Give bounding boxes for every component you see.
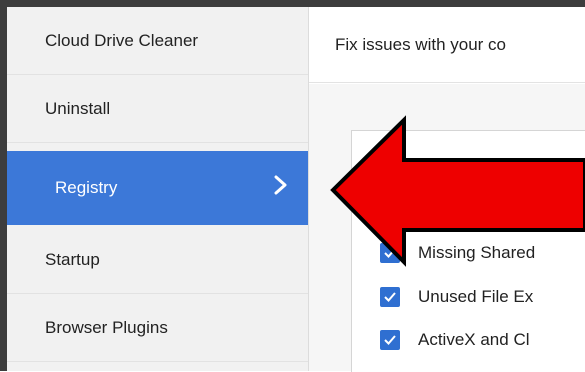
checkmark-icon (384, 335, 396, 345)
main-panel: Fix issues with your co Missing Shared U… (309, 7, 585, 372)
sidebar-item-uninstall[interactable]: Uninstall (7, 75, 308, 143)
sidebar-item-label: Startup (45, 249, 100, 269)
sidebar-item-cloud-drive-cleaner[interactable]: Cloud Drive Cleaner (7, 7, 308, 75)
sidebar-item-browser-plugins[interactable]: Browser Plugins (7, 294, 308, 362)
sidebar-item-label: Browser Plugins (45, 317, 168, 337)
window-top-border (0, 0, 585, 7)
chevron-right-icon (274, 175, 287, 195)
content-area: Missing Shared Unused File Ex ActiveX an… (309, 84, 585, 372)
option-label: Unused File Ex (418, 287, 534, 306)
sidebar-item-label: Uninstall (45, 98, 111, 118)
app-window: Cloud Drive Cleaner Uninstall Registry S… (0, 0, 585, 372)
checkmark-icon (384, 248, 396, 258)
checkbox[interactable] (380, 243, 400, 263)
option-unused-file-ex[interactable]: Unused File Ex (380, 283, 585, 311)
checkbox[interactable] (380, 287, 400, 307)
option-missing-shared[interactable]: Missing Shared (380, 239, 585, 267)
window-left-border (0, 7, 7, 371)
sidebar-item-startup[interactable]: Startup (7, 226, 308, 294)
sidebar-item-label: Registry (55, 178, 118, 197)
option-label: Missing Shared (418, 243, 536, 262)
registry-options-panel: Missing Shared Unused File Ex ActiveX an… (351, 130, 585, 372)
option-activex[interactable]: ActiveX and Cl (380, 326, 585, 354)
sidebar-item-label: Cloud Drive Cleaner (45, 30, 199, 50)
page-title: Fix issues with your co (309, 7, 585, 83)
sidebar: Cloud Drive Cleaner Uninstall Registry S… (7, 7, 309, 371)
sidebar-item-registry[interactable]: Registry (7, 151, 308, 225)
checkmark-icon (384, 292, 396, 302)
option-label: ActiveX and Cl (418, 330, 530, 349)
checkbox[interactable] (380, 330, 400, 350)
